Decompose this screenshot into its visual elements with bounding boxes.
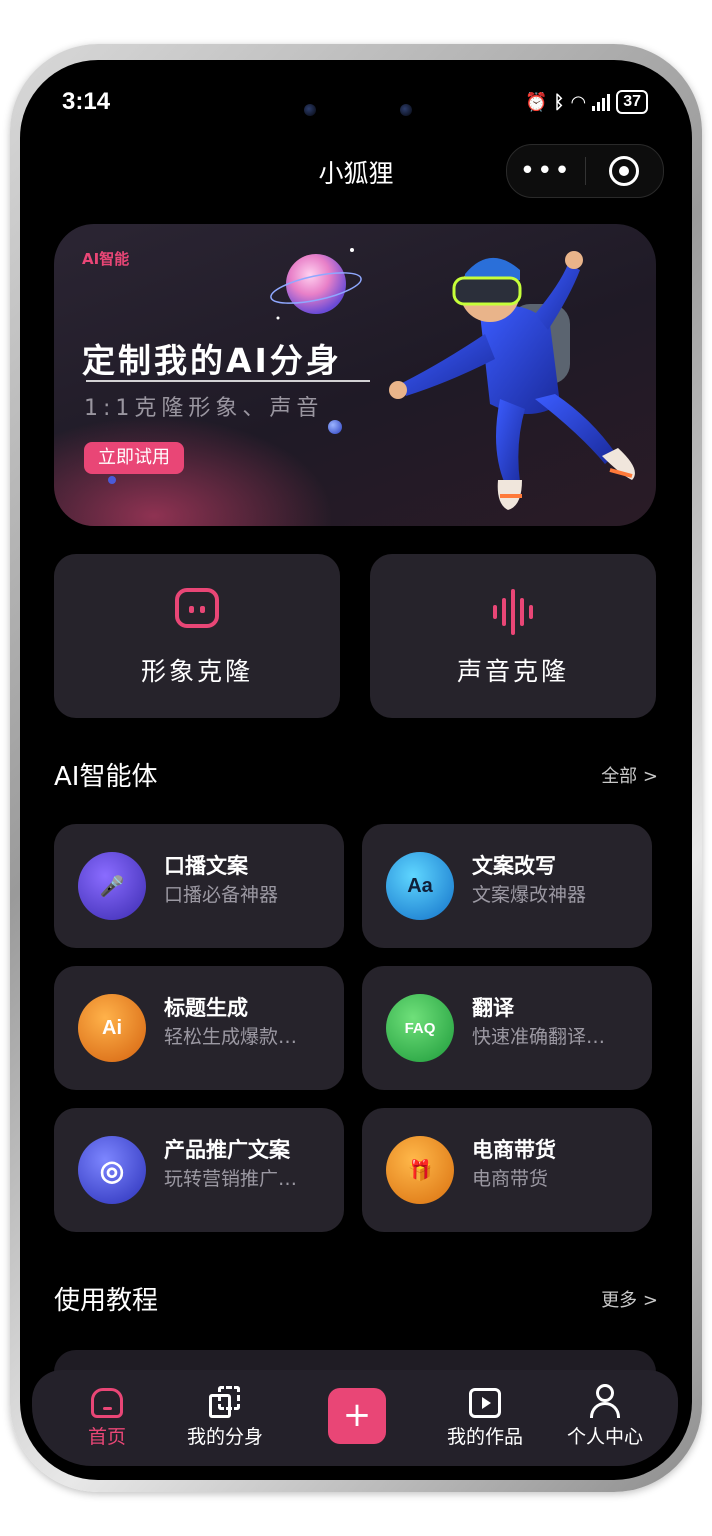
play-icon (469, 1388, 501, 1418)
aa-text-icon: Aa (386, 852, 454, 920)
signal-icon (592, 93, 611, 111)
tutorial-more-link[interactable]: 更多 > (601, 1286, 658, 1312)
tab-my-avatar[interactable]: 我的分身 (170, 1378, 280, 1449)
tab-profile[interactable]: 个人中心 (550, 1378, 660, 1449)
agent-card[interactable]: FAQ 翻译 快速准确翻译… (362, 966, 652, 1090)
ai-icon: Ai (78, 994, 146, 1062)
microphone-icon: 🎤 (78, 852, 146, 920)
tab-home-label: 首页 (87, 1426, 126, 1448)
app-screen: 3:14 ⏰ ᛒ ◠ 37 小狐狸 ••• AI智能 定制我的AI分身 1:1克… (26, 66, 686, 1474)
agents-view-all-link[interactable]: 全部 > (601, 762, 658, 788)
agent-desc: 轻松生成爆款… (164, 1026, 298, 1048)
banner-heading: 定制我的AI分身 (82, 341, 342, 380)
target-icon (609, 156, 640, 186)
close-button[interactable] (586, 156, 664, 186)
banner-tag: AI智能 (82, 250, 130, 268)
agent-card[interactable]: Ai 标题生成 轻松生成爆款… (54, 966, 344, 1090)
agent-desc: 电商带货 (472, 1168, 549, 1190)
agent-desc: 玩转营销推广… (164, 1168, 298, 1190)
phone-bezel: 3:14 ⏰ ᛒ ◠ 37 小狐狸 ••• AI智能 定制我的AI分身 1:1克… (20, 60, 692, 1480)
sphere-icon (108, 476, 116, 484)
voice-clone-card[interactable]: 声音克隆 (370, 554, 656, 718)
status-time: 3:14 (62, 88, 111, 115)
banner-subtitle: 1:1克隆形象、声音 (84, 396, 324, 421)
tab-my-avatar-label: 我的分身 (186, 1426, 263, 1448)
sensor-icon (400, 104, 412, 116)
bottom-tab-bar: 首页 我的分身 + 我的作品 个人中心 (32, 1370, 678, 1466)
agent-name: 电商带货 (472, 1138, 556, 1162)
status-icons: ⏰ ᛒ ◠ 37 (525, 90, 648, 114)
banner-divider (86, 380, 370, 382)
agent-name: 文案改写 (472, 854, 556, 878)
image-clone-label: 形象克隆 (140, 657, 253, 686)
bluetooth-icon: ᛒ (553, 91, 565, 113)
planet-icon (270, 248, 362, 320)
tutorial-section-title: 使用教程 (54, 1286, 159, 1316)
agent-card[interactable]: Aa 文案改写 文案爆改神器 (362, 824, 652, 948)
home-icon (91, 1388, 123, 1418)
wifi-icon: ◠ (570, 91, 587, 113)
agent-name: 口播文案 (164, 854, 248, 878)
camera-icon (304, 104, 316, 116)
agent-card[interactable]: ◎ 产品推广文案 玩转营销推广… (54, 1108, 344, 1232)
face-icon (175, 588, 219, 628)
tab-my-works[interactable]: 我的作品 (430, 1378, 540, 1449)
agent-name: 产品推广文案 (164, 1138, 290, 1162)
agent-card[interactable]: 🎁 电商带货 电商带货 (362, 1108, 652, 1232)
target-icon: ◎ (78, 1136, 146, 1204)
image-clone-card[interactable]: 形象克隆 (54, 554, 340, 718)
tab-profile-label: 个人中心 (566, 1426, 643, 1448)
more-button[interactable]: ••• (507, 145, 585, 197)
sphere-icon (328, 420, 342, 434)
faq-icon: FAQ (386, 994, 454, 1062)
voice-clone-label: 声音克隆 (456, 657, 569, 686)
agent-desc: 文案爆改神器 (472, 884, 587, 906)
mini-program-capsule: ••• (506, 144, 664, 198)
promo-banner[interactable]: AI智能 定制我的AI分身 1:1克隆形象、声音 立即试用 (54, 224, 656, 526)
agent-desc: 快速准确翻译… (472, 1026, 606, 1048)
avatar-split-icon (209, 1386, 241, 1418)
user-icon (589, 1384, 621, 1418)
agent-name: 标题生成 (164, 996, 248, 1020)
tab-my-works-label: 我的作品 (446, 1426, 523, 1448)
agent-desc: 口播必备神器 (164, 884, 279, 906)
alarm-icon: ⏰ (525, 91, 548, 113)
add-button[interactable]: + (328, 1388, 386, 1444)
vr-character-illustration (389, 251, 635, 510)
battery-icon: 37 (616, 90, 648, 114)
sound-wave-icon (493, 588, 533, 636)
agent-card[interactable]: 🎤 口播文案 口播必备神器 (54, 824, 344, 948)
agent-name: 翻译 (472, 996, 514, 1020)
gift-icon: 🎁 (386, 1136, 454, 1204)
agents-section-title: AI智能体 (54, 762, 158, 792)
tab-home[interactable]: 首页 (52, 1378, 162, 1449)
try-now-button[interactable]: 立即试用 (84, 442, 184, 474)
